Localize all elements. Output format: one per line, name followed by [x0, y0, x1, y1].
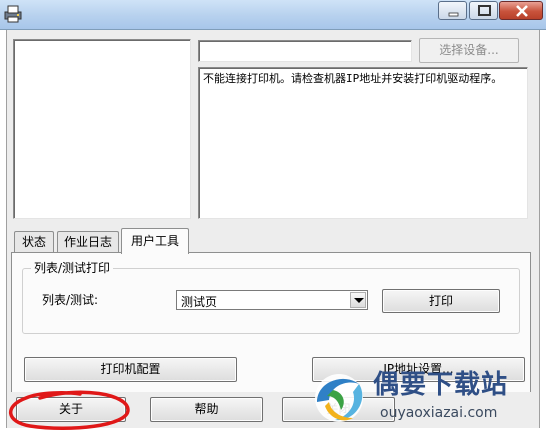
tab-job-log[interactable]: 作业日志 [57, 231, 119, 253]
select-device-button[interactable]: 选择设备... [419, 38, 519, 63]
chevron-down-icon[interactable] [350, 292, 366, 308]
list-test-label: 列表/测试: [42, 293, 99, 307]
tab-status[interactable]: 状态 [14, 231, 54, 253]
minimize-button[interactable] [438, 1, 467, 20]
printer-config-button[interactable]: 打印机配置 [24, 357, 237, 382]
device-list[interactable] [13, 39, 191, 219]
watermark-title: 偶要下载站 [373, 370, 509, 400]
printer-app-icon[interactable] [3, 4, 23, 24]
tab-user-tools[interactable]: 用户工具 [121, 228, 189, 254]
red-highlight-circle [9, 390, 130, 431]
help-button[interactable]: 帮助 [150, 397, 263, 422]
watermark-url: ouyaoxiazai.com [380, 405, 498, 421]
status-message-box: 不能连接打印机。请检查机器IP地址并安装打印机驱动程序。 [198, 67, 528, 219]
window-close-button[interactable] [499, 1, 543, 20]
maximize-button[interactable] [469, 1, 498, 20]
combobox-value: 测试页 [181, 295, 218, 309]
title-bar [0, 0, 546, 30]
print-button[interactable]: 打印 [382, 289, 500, 313]
watermark-logo-icon [315, 374, 363, 422]
device-field[interactable] [198, 40, 412, 62]
group-label: 列表/测试打印 [31, 259, 114, 276]
test-type-combobox[interactable]: 测试页 [176, 290, 368, 310]
